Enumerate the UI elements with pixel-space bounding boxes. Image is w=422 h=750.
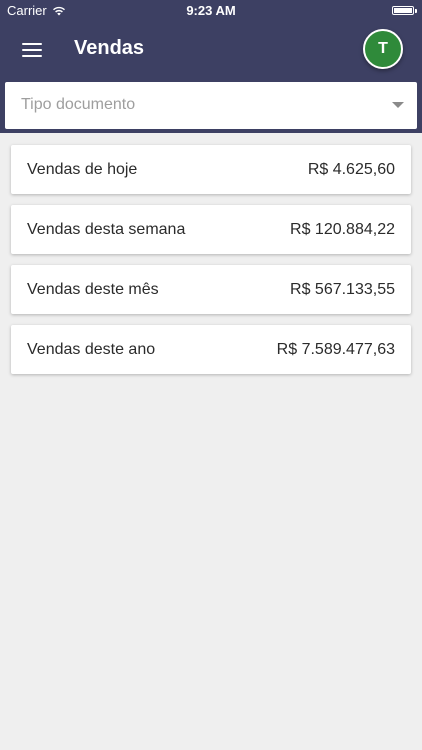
sales-summary-list: Vendas de hoje R$ 4.625,60 Vendas desta …: [11, 145, 411, 385]
sales-value: R$ 4.625,60: [307, 160, 395, 178]
sales-label: Vendas desta semana: [27, 220, 186, 238]
app-header: Carrier 9:23 AM Vendas T Tipo documento: [0, 0, 422, 133]
sales-value: R$ 567.133,55: [290, 280, 395, 298]
sales-card-year[interactable]: Vendas deste ano R$ 7.589.477,63: [11, 325, 411, 374]
status-time: 9:23 AM: [186, 3, 236, 18]
sales-value: R$ 7.589.477,63: [276, 340, 395, 358]
sales-value: R$ 120.884,22: [290, 220, 395, 238]
avatar[interactable]: T: [363, 29, 403, 69]
document-type-select[interactable]: Tipo documento: [5, 82, 417, 129]
page-title: Vendas: [74, 37, 145, 59]
battery-tip: [415, 9, 417, 13]
sales-label: Vendas deste mês: [27, 280, 159, 298]
app-bar: Vendas T: [0, 24, 422, 74]
sales-card-today[interactable]: Vendas de hoje R$ 4.625,60: [11, 145, 411, 194]
battery-icon: [392, 6, 414, 15]
sales-card-week[interactable]: Vendas desta semana R$ 120.884,22: [11, 205, 411, 254]
sales-label: Vendas deste ano: [27, 340, 156, 358]
sales-label: Vendas de hoje: [27, 160, 138, 178]
dropdown-arrow-icon: [392, 102, 404, 108]
status-bar: Carrier 9:23 AM: [0, 0, 422, 22]
sales-card-month[interactable]: Vendas deste mês R$ 567.133,55: [11, 265, 411, 314]
select-placeholder: Tipo documento: [21, 96, 136, 113]
hamburger-menu-icon[interactable]: [22, 41, 42, 57]
